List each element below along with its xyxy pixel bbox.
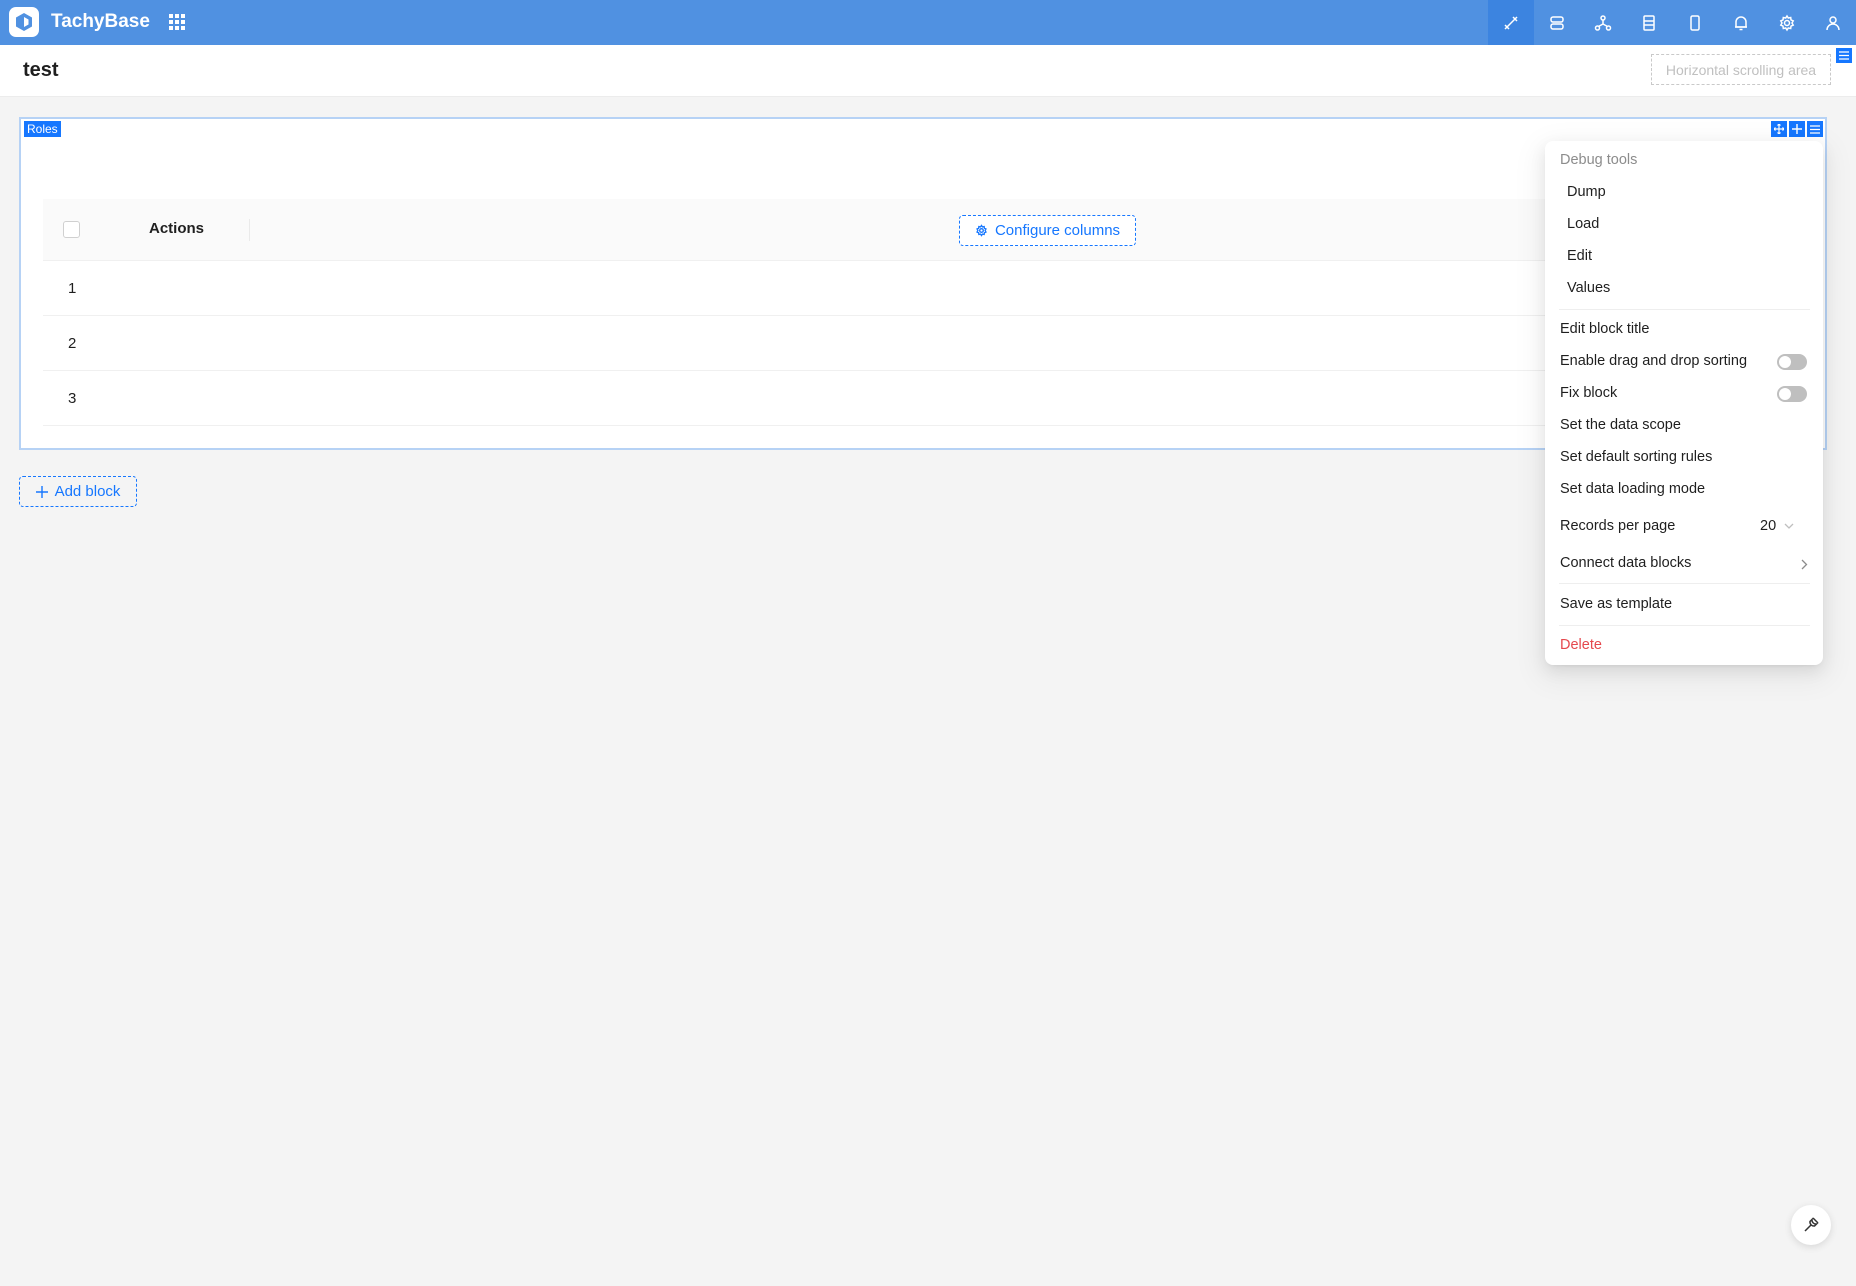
add-block-button[interactable]: Add block <box>19 476 137 507</box>
block-settings-menu: Debug tools Dump Load Edit Values Edit b… <box>1545 141 1823 665</box>
menu-item-edit[interactable]: Edit <box>1567 248 1592 264</box>
table-row[interactable]: 3 <box>43 371 1807 426</box>
user-icon[interactable] <box>1810 0 1856 45</box>
records-per-page-select[interactable]: 20 <box>1760 518 1776 534</box>
menu-item-edit-block-title[interactable]: Edit block title <box>1560 321 1649 337</box>
mobile-icon[interactable] <box>1672 0 1718 45</box>
bell-icon[interactable] <box>1718 0 1764 45</box>
chevron-down-icon <box>1784 523 1794 529</box>
block-tag: Roles <box>24 121 61 137</box>
row-index: 3 <box>68 390 77 407</box>
app-logo-icon[interactable] <box>9 7 39 37</box>
drag-sort-toggle[interactable] <box>1777 354 1807 370</box>
roles-table: Actions Configure columns 1 2 3 <box>43 199 1807 426</box>
table-header: Actions Configure columns <box>43 199 1807 261</box>
plugin-manager-icon[interactable] <box>1534 0 1580 45</box>
gear-icon[interactable] <box>1764 0 1810 45</box>
menu-item-records-per-page[interactable]: Records per page <box>1560 518 1675 534</box>
menu-group-debug-tools: Debug tools <box>1560 152 1638 168</box>
select-all-checkbox[interactable] <box>63 221 80 238</box>
settings-menu-icon[interactable] <box>1807 121 1823 137</box>
add-block-label: Add block <box>54 483 121 500</box>
row-index: 1 <box>68 280 77 297</box>
configure-columns-label: Configure columns <box>994 222 1121 239</box>
menu-item-save-template[interactable]: Save as template <box>1560 596 1672 612</box>
ui-editor-icon[interactable] <box>1488 0 1534 45</box>
add-icon[interactable] <box>1789 121 1805 137</box>
horizontal-scrolling-area[interactable]: Horizontal scrolling area <box>1651 54 1831 85</box>
wrench-icon <box>1804 1217 1819 1232</box>
workflow-icon[interactable] <box>1580 0 1626 45</box>
table-row[interactable]: 1 <box>43 261 1807 316</box>
menu-icon[interactable] <box>1836 48 1852 63</box>
block-toolbar <box>1771 121 1823 137</box>
plus-icon <box>35 485 48 498</box>
drag-handle-icon[interactable] <box>1771 121 1787 137</box>
menu-divider <box>1559 309 1810 310</box>
page-header: test Horizontal scrolling area <box>0 45 1856 97</box>
configure-columns-button[interactable]: Configure columns <box>959 215 1136 246</box>
menu-item-fix-block[interactable]: Fix block <box>1560 385 1617 401</box>
menu-item-delete[interactable]: Delete <box>1560 637 1602 653</box>
menu-divider <box>1559 583 1810 584</box>
menu-divider <box>1559 625 1810 626</box>
menu-item-data-scope[interactable]: Set the data scope <box>1560 417 1681 433</box>
top-bar: TachyBase <box>0 0 1856 45</box>
apps-grid-icon[interactable] <box>166 11 188 33</box>
row-index: 2 <box>68 335 77 352</box>
actions-column-header: Actions <box>149 220 205 237</box>
menu-item-drag-sort[interactable]: Enable drag and drop sorting <box>1560 353 1747 369</box>
table-row[interactable]: 2 <box>43 316 1807 371</box>
gear-icon <box>976 224 987 237</box>
app-name: TachyBase <box>51 11 150 32</box>
page-title: test <box>23 59 59 81</box>
design-tools-button[interactable] <box>1791 1205 1831 1245</box>
menu-item-connect-blocks[interactable]: Connect data blocks <box>1560 555 1691 571</box>
column-divider <box>249 219 250 241</box>
menu-item-sorting-rules[interactable]: Set default sorting rules <box>1560 449 1712 465</box>
data-source-icon[interactable] <box>1626 0 1672 45</box>
menu-item-loading-mode[interactable]: Set data loading mode <box>1560 481 1705 497</box>
menu-item-values[interactable]: Values <box>1567 280 1610 296</box>
menu-item-load[interactable]: Load <box>1567 216 1599 232</box>
fix-block-toggle[interactable] <box>1777 386 1807 402</box>
chevron-right-icon <box>1801 559 1808 570</box>
menu-item-dump[interactable]: Dump <box>1567 184 1606 200</box>
